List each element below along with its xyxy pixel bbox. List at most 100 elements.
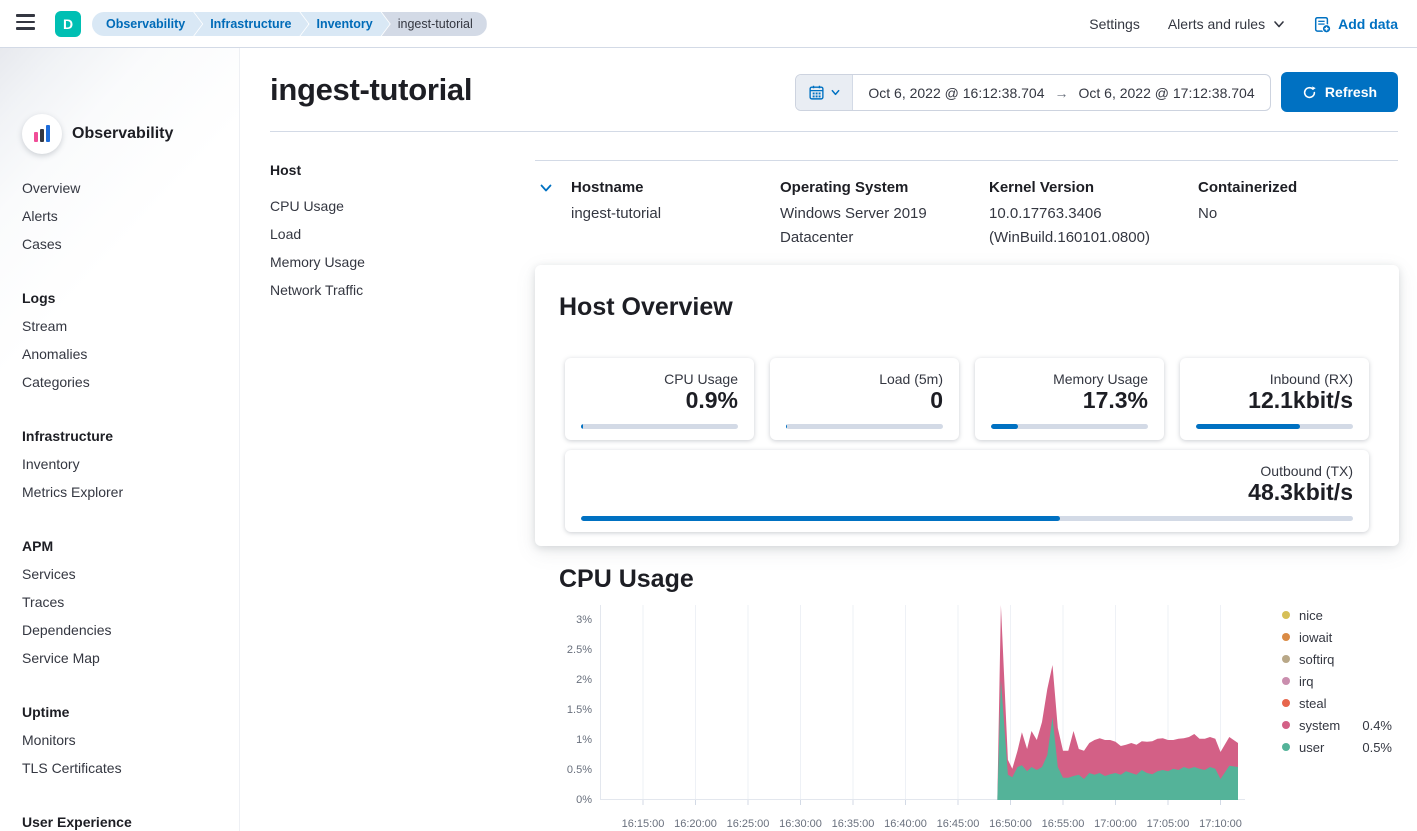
refresh-button[interactable]: Refresh [1281, 72, 1398, 112]
metric-label: CPU Usage [664, 371, 738, 387]
sidebar-item-stream[interactable]: Stream [0, 312, 240, 340]
legend-item-steal[interactable]: steal [1282, 692, 1392, 714]
breadcrumb-item-inventory[interactable]: Inventory [300, 12, 389, 36]
chevron-down-icon [1272, 17, 1286, 31]
host-overview-title: Host Overview [559, 293, 733, 322]
metadata-collapse-icon[interactable] [538, 180, 554, 196]
cpu-usage-chart[interactable] [600, 605, 1245, 805]
breadcrumb: ObservabilityInfrastructureInventoryinge… [92, 12, 487, 36]
sidebar-item-cases[interactable]: Cases [0, 230, 240, 258]
legend-value: 0.5% [1362, 740, 1392, 755]
breadcrumb-item-ingest-tutorial: ingest-tutorial [382, 12, 487, 36]
end-time[interactable]: Oct 6, 2022 @ 17:12:38.704 [1079, 85, 1255, 101]
sidebar-nav: OverviewAlertsCasesLogsStreamAnomaliesCa… [0, 174, 240, 831]
subnav-item-load[interactable]: Load [270, 220, 490, 248]
legend-item-system[interactable]: system0.4% [1282, 714, 1392, 736]
add-data-icon [1314, 16, 1331, 33]
time-range-display: Oct 6, 2022 @ 16:12:38.704 → Oct 6, 2022… [853, 75, 1270, 110]
x-axis-label: 16:35:00 [832, 818, 875, 830]
metric-tile-inbound-rx-: Inbound (RX)12.1kbit/s [1180, 358, 1369, 440]
metric-value: 0.9% [686, 387, 738, 413]
metric-tile-memory-usage: Memory Usage17.3% [975, 358, 1164, 440]
start-time[interactable]: Oct 6, 2022 @ 16:12:38.704 [868, 85, 1044, 101]
sidebar-item-services[interactable]: Services [0, 560, 240, 588]
y-axis-label: 2.5% [548, 644, 592, 656]
sidebar-item-tls-certificates[interactable]: TLS Certificates [0, 754, 240, 782]
sidebar-item-anomalies[interactable]: Anomalies [0, 340, 240, 368]
x-axis-label: 16:40:00 [884, 818, 927, 830]
cpu-usage-title: CPU Usage [559, 565, 694, 594]
metric-value: 17.3% [1083, 387, 1148, 413]
quick-select-button[interactable] [796, 75, 853, 110]
x-axis-label: 16:50:00 [989, 818, 1032, 830]
add-data-link[interactable]: Add data [1314, 16, 1398, 33]
legend-label: user [1299, 740, 1324, 755]
x-axis-label: 16:20:00 [674, 818, 717, 830]
alerts-and-rules-menu[interactable]: Alerts and rules [1168, 16, 1286, 32]
refresh-icon [1302, 85, 1317, 100]
sidebar-group: User ExperienceDashboard [0, 808, 240, 831]
x-axis-label: 16:45:00 [937, 818, 980, 830]
sidebar-item-categories[interactable]: Categories [0, 368, 240, 396]
metadata-value: ingest-tutorial [571, 202, 771, 226]
legend-color-dot [1282, 655, 1290, 663]
sidebar-solution-home[interactable]: Observability [22, 114, 173, 154]
refresh-label: Refresh [1325, 84, 1377, 100]
metric-tile-load-5m-: Load (5m)0 [770, 358, 959, 440]
metadata-column: Operating SystemWindows Server 2019 Data… [780, 178, 980, 250]
metric-value: 12.1kbit/s [1248, 387, 1353, 413]
sidebar-item-traces[interactable]: Traces [0, 588, 240, 616]
y-axis-label: 1.5% [548, 704, 592, 716]
sidebar-title: Observability [72, 125, 173, 143]
legend-item-irq[interactable]: irq [1282, 670, 1392, 692]
calendar-icon [808, 84, 825, 101]
top-bar: D ObservabilityInfrastructureInventoryin… [0, 0, 1417, 48]
subnav-item-memory-usage[interactable]: Memory Usage [270, 248, 490, 276]
sidebar-section-header: APM [0, 532, 240, 560]
legend-item-softirq[interactable]: softirq [1282, 648, 1392, 670]
sidebar-item-alerts[interactable]: Alerts [0, 202, 240, 230]
breadcrumb-item-observability[interactable]: Observability [92, 12, 202, 36]
legend-item-user[interactable]: user 0.5% [1282, 736, 1392, 758]
host-metadata: Hostname ingest-tutorial Operating SystemW… [535, 160, 1398, 256]
breadcrumb-item-infrastructure[interactable]: Infrastructure [194, 12, 308, 36]
subnav-items: CPU UsageLoadMemory UsageNetwork Traffic [270, 192, 490, 304]
host-overview-card: Host Overview CPU Usage0.9% Load (5m)0Mem… [535, 265, 1399, 546]
metadata-value: 10.0.17763.3406 (WinBuild.160101.0800) [989, 202, 1189, 250]
metadata-column: Hostname ingest-tutorial [571, 178, 771, 226]
legend-label: steal [1299, 696, 1326, 711]
sidebar-item-overview[interactable]: Overview [0, 174, 240, 202]
sidebar-item-service-map[interactable]: Service Map [0, 644, 240, 672]
header-divider [270, 131, 1398, 132]
sidebar-group: APMServicesTracesDependenciesService Map [0, 532, 240, 672]
sidebar-item-monitors[interactable]: Monitors [0, 726, 240, 754]
metadata-label: Containerized [1198, 178, 1398, 198]
sidebar-item-dependencies[interactable]: Dependencies [0, 616, 240, 644]
menu-icon[interactable] [16, 14, 36, 34]
legend-color-dot [1282, 743, 1290, 751]
legend-label: nice [1299, 608, 1323, 623]
topbar-actions: Settings Alerts and rules Add data [1089, 0, 1398, 48]
metric-progress-fill [786, 424, 787, 429]
x-axis-label: 17:10:00 [1199, 818, 1242, 830]
subnav-item-cpu-usage[interactable]: CPU Usage [270, 192, 490, 220]
sidebar-group: OverviewAlertsCases [0, 174, 240, 258]
sidebar-section-header: Infrastructure [0, 422, 240, 450]
chart-legend: nice iowaitsoftirqirq steal system0.4% user 0… [1282, 604, 1392, 758]
metric-label: Load (5m) [879, 371, 943, 387]
space-badge[interactable]: D [55, 11, 81, 37]
sidebar-item-inventory[interactable]: Inventory [0, 450, 240, 478]
subnav-header: Host [270, 162, 490, 182]
subnav-item-network-traffic[interactable]: Network Traffic [270, 276, 490, 304]
metadata-label: Operating System [780, 178, 980, 198]
metadata-label: Hostname [571, 178, 771, 198]
legend-item-nice[interactable]: nice [1282, 604, 1392, 626]
legend-item-iowait[interactable]: iowait [1282, 626, 1392, 648]
metric-progress-bar [1196, 424, 1353, 429]
page-title: ingest-tutorial [270, 72, 472, 108]
sidebar-item-metrics-explorer[interactable]: Metrics Explorer [0, 478, 240, 506]
y-axis-label: 1% [548, 734, 592, 746]
legend-color-dot [1282, 699, 1290, 707]
settings-link[interactable]: Settings [1089, 16, 1140, 32]
x-axis-label: 17:00:00 [1094, 818, 1137, 830]
